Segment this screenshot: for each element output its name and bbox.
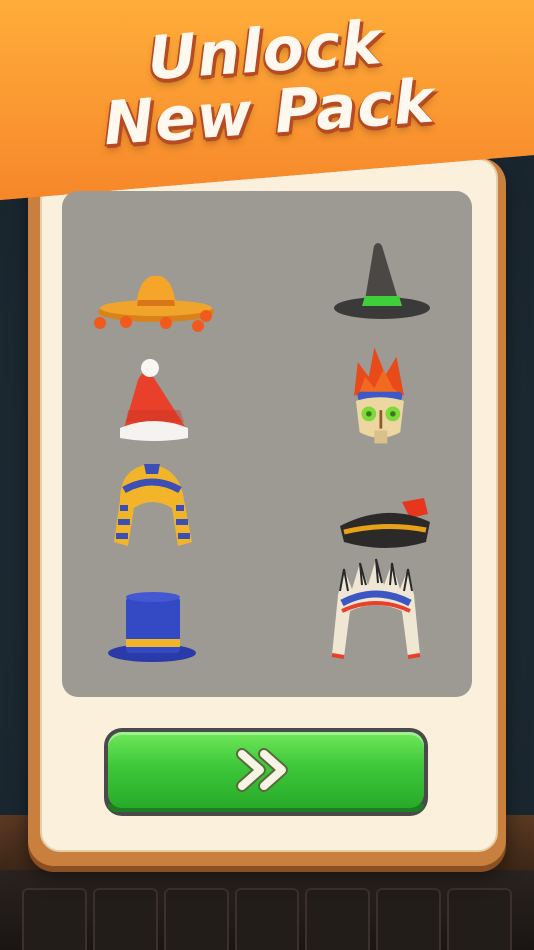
continue-button[interactable]	[104, 728, 428, 816]
tray-slot	[234, 888, 300, 950]
tray-slot	[376, 888, 442, 950]
tray-slot	[163, 888, 229, 950]
tray-slot	[305, 888, 371, 950]
continue-button-face	[108, 732, 424, 808]
top-hat-icon	[80, 565, 230, 685]
game-bottom-tray	[0, 870, 534, 950]
double-chevron-right-icon	[236, 748, 288, 792]
feather-headdress-icon	[304, 555, 454, 675]
tray-slot	[92, 888, 158, 950]
tray-slot	[447, 888, 513, 950]
santa-hat-icon	[80, 340, 230, 460]
witch-hat-icon	[308, 228, 458, 348]
tray-slot	[22, 888, 87, 950]
pharaoh-headdress-icon	[80, 445, 230, 565]
tribal-skull-mask-icon	[304, 340, 454, 460]
